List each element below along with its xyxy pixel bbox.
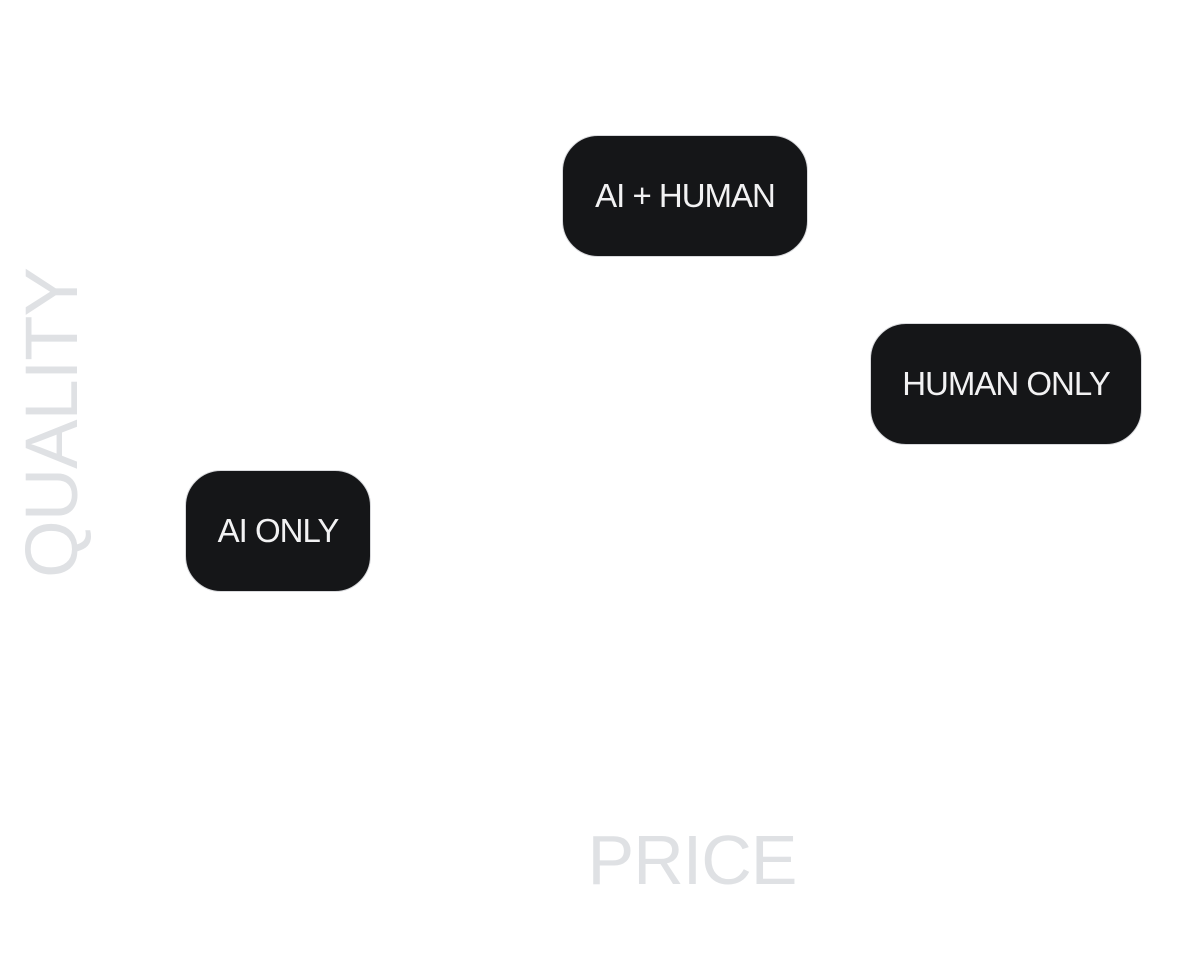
y-axis-label: QUALITY — [10, 268, 93, 578]
ai-human-label: AI + HUMAN — [595, 177, 776, 214]
human-only-node: HUMAN ONLY — [870, 323, 1142, 445]
x-axis-label: PRICE — [587, 821, 798, 899]
ai-human-node: AI + HUMAN — [562, 135, 808, 257]
human-only-label: HUMAN ONLY — [902, 365, 1111, 402]
ai-only-node: AI ONLY — [185, 470, 371, 592]
ai-only-label: AI ONLY — [217, 512, 340, 549]
